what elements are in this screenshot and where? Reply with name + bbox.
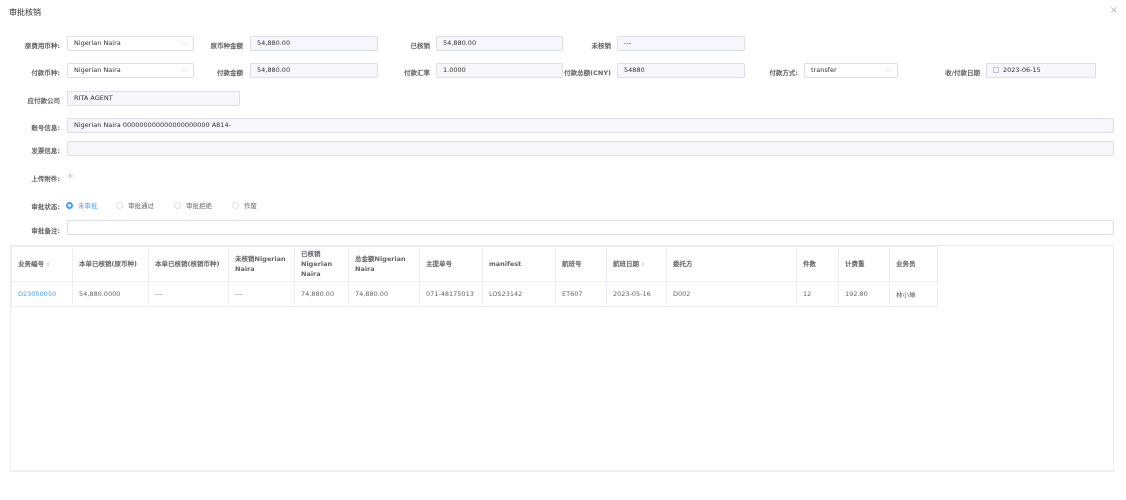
radio-pending[interactable]: 未审批 xyxy=(66,200,98,210)
radio-dot-icon xyxy=(116,201,123,209)
col-mawb: 主提单号 xyxy=(419,246,483,282)
rate-label: 付款汇率 xyxy=(404,69,430,77)
invoice-label: 发票信息: xyxy=(31,147,60,155)
chevron-down-icon: ⌵ xyxy=(181,39,187,47)
chevron-down-icon: ⌵ xyxy=(181,66,187,74)
company-label: 应付款公司 xyxy=(27,97,61,105)
table-scrollbar[interactable] xyxy=(10,471,1114,472)
date-value: 2023-06-15 xyxy=(1003,66,1041,74)
table-cell: 071-48175013 xyxy=(419,281,483,307)
table-cell: D002 xyxy=(666,281,797,307)
total-cny-label: 付款总额(CNY) xyxy=(564,69,611,77)
close-icon[interactable]: × xyxy=(1110,5,1118,16)
method-select[interactable]: transfer ⌵ xyxy=(804,63,898,78)
col-flight-date[interactable]: 航班日期 ⇕ xyxy=(606,246,667,282)
col-writeoff-orig: 本单已核销(原币种) xyxy=(72,246,149,282)
calendar-icon xyxy=(993,67,999,73)
table-cell: 12 xyxy=(796,281,839,307)
written-off-field[interactable]: 54,880.00 xyxy=(436,36,563,51)
radio-dot-icon xyxy=(66,201,73,209)
orig-currency-value: Nigerian Naira xyxy=(74,39,121,47)
col-salesperson: 业务员 xyxy=(889,246,938,282)
attachment-label: 上传附件: xyxy=(31,175,60,183)
business-no-link[interactable]: D23050050 xyxy=(11,281,73,307)
written-off-label: 已核销 xyxy=(410,42,431,50)
date-label: 收/付款日期 xyxy=(945,69,980,77)
col-client: 委托方 xyxy=(666,246,797,282)
radio-label: 作废 xyxy=(244,202,257,210)
rate-field[interactable]: 1.0000 xyxy=(436,63,563,78)
method-label: 付款方式: xyxy=(769,69,798,77)
table-cell: ET607 xyxy=(555,281,607,307)
pay-amount-label: 付款金额 xyxy=(217,69,243,77)
orig-currency-select[interactable]: Nigerian Naira ⌵ xyxy=(67,36,194,51)
unwritten-label: 未核销 xyxy=(591,42,612,50)
table-cell: --- xyxy=(148,281,229,307)
radio-label: 审批拒绝 xyxy=(186,202,212,210)
table-cell: 192.80 xyxy=(838,281,890,307)
col-written: 已核销Nigerian Naira xyxy=(294,246,349,282)
table-cell: --- xyxy=(228,281,295,307)
dialog-title: 审批核销 xyxy=(9,8,41,17)
col-manifest: manifest xyxy=(482,246,556,282)
account-field[interactable]: Nigerian Naira 000000000000000000000 A81… xyxy=(67,118,1114,133)
pay-currency-label: 付款币种: xyxy=(31,69,60,77)
col-unwritten: 未核销Nigerian Naira xyxy=(228,246,295,282)
col-flight-no: 航班号 xyxy=(555,246,607,282)
unwritten-field[interactable]: --- xyxy=(617,36,745,51)
orig-amount-field[interactable]: 54,880.00 xyxy=(250,36,378,51)
sort-icon: ⇕ xyxy=(641,261,646,268)
business-table: 业务编号 ⇕ 本单已核销(原币种) 本单已核销(核销币种) 未核销Nigerian… xyxy=(10,245,1114,471)
radio-dot-icon xyxy=(232,201,239,209)
remark-label: 审批备注: xyxy=(31,227,60,235)
method-value: transfer xyxy=(811,66,837,74)
radio-approved[interactable]: 审批通过 xyxy=(116,200,154,210)
radio-dot-icon xyxy=(174,201,181,209)
pay-currency-value: Nigerian Naira xyxy=(74,66,121,74)
data-table: 业务编号 ⇕ 本单已核销(原币种) 本单已核销(核销币种) 未核销Nigerian… xyxy=(11,246,938,307)
col-writeoff-cur: 本单已核销(核销币种) xyxy=(148,246,229,282)
col-business-no[interactable]: 业务编号 ⇕ xyxy=(11,246,73,282)
orig-currency-label: 原费用币种: xyxy=(24,42,60,50)
radio-label: 审批通过 xyxy=(128,202,154,210)
radio-void[interactable]: 作废 xyxy=(232,200,257,210)
table-cell: 74,880.00 xyxy=(294,281,349,307)
account-label: 账号信息: xyxy=(31,124,60,132)
table-cell: 林小琳 xyxy=(889,281,938,307)
chevron-down-icon: ⌵ xyxy=(885,66,891,74)
table-row: D23050050 54,880.0000 --- --- 74,880.00 … xyxy=(11,281,938,307)
radio-label: 未审批 xyxy=(78,202,98,210)
company-field[interactable]: RITA AGENT xyxy=(67,91,240,106)
radio-rejected[interactable]: 审批拒绝 xyxy=(174,200,212,210)
table-cell: 54,880.0000 xyxy=(72,281,149,307)
plus-icon[interactable]: + xyxy=(66,171,74,182)
pay-amount-field[interactable]: 54,880.00 xyxy=(250,63,378,78)
total-cny-field[interactable]: 54880 xyxy=(617,63,745,78)
table-cell: 74,880.00 xyxy=(348,281,420,307)
table-cell: LOS23142 xyxy=(482,281,556,307)
invoice-field[interactable] xyxy=(67,141,1114,156)
approval-writeoff-dialog: 审批核销 × 原费用币种: Nigerian Naira ⌵ 原币种金额 54,… xyxy=(0,0,1126,500)
table-cell: 2023-05-16 xyxy=(606,281,667,307)
sort-icon: ⇕ xyxy=(46,261,51,268)
date-picker[interactable]: 2023-06-15 xyxy=(986,63,1096,78)
remark-input[interactable] xyxy=(67,220,1114,235)
col-pieces: 件数 xyxy=(796,246,839,282)
orig-amount-label: 原币种金额 xyxy=(210,42,244,50)
col-weight: 计费重 xyxy=(838,246,890,282)
col-total: 总金额Nigerian Naira xyxy=(348,246,420,282)
pay-currency-select[interactable]: Nigerian Naira ⌵ xyxy=(67,63,194,78)
status-label: 审批状态: xyxy=(31,203,60,211)
table-header-row: 业务编号 ⇕ 本单已核销(原币种) 本单已核销(核销币种) 未核销Nigerian… xyxy=(11,246,938,282)
